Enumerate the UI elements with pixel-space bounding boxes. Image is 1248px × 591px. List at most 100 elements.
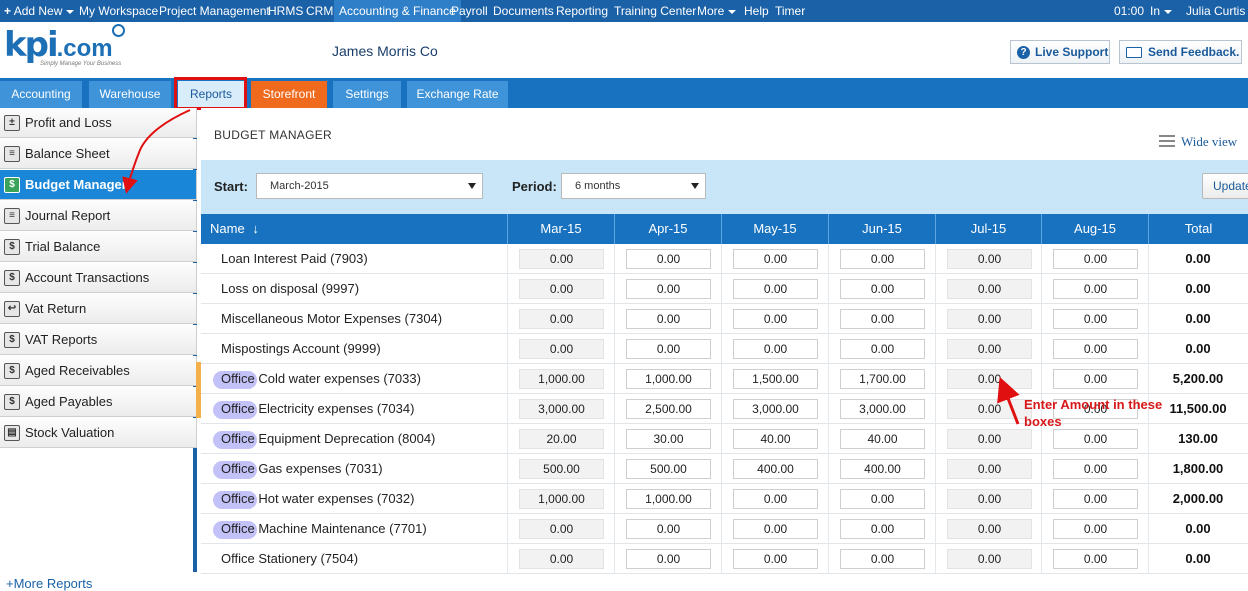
- amount-input[interactable]: 0.00: [519, 339, 604, 359]
- amount-input[interactable]: 0.00: [840, 309, 925, 329]
- more-reports-link[interactable]: +More Reports: [6, 576, 92, 591]
- name-column-header[interactable]: Name ↓: [201, 214, 507, 244]
- amount-input[interactable]: 0.00: [519, 519, 604, 539]
- amount-input[interactable]: 0.00: [733, 489, 818, 509]
- amount-input[interactable]: 0.00: [519, 249, 604, 269]
- period-select[interactable]: 6 months: [561, 173, 706, 199]
- amount-input[interactable]: 1,000.00: [519, 369, 604, 389]
- amount-input[interactable]: 1,000.00: [626, 369, 711, 389]
- amount-input[interactable]: 0.00: [1053, 309, 1138, 329]
- amount-input[interactable]: 3,000.00: [840, 399, 925, 419]
- amount-input[interactable]: 0.00: [947, 519, 1032, 539]
- sidebar-item-balance-sheet[interactable]: ≡ Balance Sheet: [0, 139, 197, 169]
- amount-input[interactable]: 0.00: [947, 549, 1032, 569]
- amount-input[interactable]: 1,000.00: [626, 489, 711, 509]
- nav-timer[interactable]: Timer: [775, 0, 805, 22]
- nav-documents[interactable]: Documents: [493, 0, 554, 22]
- amount-input[interactable]: 30.00: [626, 429, 711, 449]
- amount-input[interactable]: 0.00: [1053, 519, 1138, 539]
- amount-input[interactable]: 0.00: [840, 279, 925, 299]
- user-name[interactable]: Julia Curtis: [1186, 0, 1245, 22]
- amount-input[interactable]: 0.00: [947, 369, 1032, 389]
- amount-input[interactable]: 40.00: [840, 429, 925, 449]
- amount-input[interactable]: 0.00: [947, 399, 1032, 419]
- amount-input[interactable]: 0.00: [626, 549, 711, 569]
- nav-accounting-finance[interactable]: Accounting & Finance: [334, 0, 461, 22]
- nav-payroll[interactable]: Payroll: [451, 0, 488, 22]
- amount-input[interactable]: 0.00: [626, 519, 711, 539]
- amount-input[interactable]: 2,500.00: [626, 399, 711, 419]
- amount-input[interactable]: 1,700.00: [840, 369, 925, 389]
- amount-input[interactable]: 0.00: [733, 309, 818, 329]
- amount-input[interactable]: 0.00: [947, 309, 1032, 329]
- sidebar-item-budget-manager[interactable]: $ Budget Manager: [0, 170, 197, 200]
- amount-input[interactable]: 0.00: [947, 249, 1032, 269]
- amount-input[interactable]: 0.00: [519, 279, 604, 299]
- status-toggle[interactable]: In: [1150, 0, 1173, 22]
- sidebar-item-account-transactions[interactable]: $ Account Transactions: [0, 263, 197, 293]
- amount-input[interactable]: 1,000.00: [519, 489, 604, 509]
- nav-more[interactable]: More: [697, 0, 737, 22]
- nav-help[interactable]: Help: [744, 0, 769, 22]
- tab-accounting[interactable]: Accounting: [0, 81, 82, 108]
- amount-input[interactable]: 0.00: [1053, 339, 1138, 359]
- amount-input[interactable]: 0.00: [1053, 249, 1138, 269]
- amount-input[interactable]: 0.00: [1053, 429, 1138, 449]
- amount-input[interactable]: 500.00: [519, 459, 604, 479]
- amount-input[interactable]: 0.00: [1053, 489, 1138, 509]
- amount-input[interactable]: 0.00: [1053, 279, 1138, 299]
- nav-project-management[interactable]: Project Management: [159, 0, 270, 22]
- amount-input[interactable]: 1,500.00: [733, 369, 818, 389]
- sidebar-item-aged-receivables[interactable]: $ Aged Receivables: [0, 356, 197, 386]
- nav-add-new[interactable]: + Add New: [4, 0, 75, 22]
- amount-input[interactable]: 0.00: [947, 279, 1032, 299]
- amount-input[interactable]: 0.00: [733, 279, 818, 299]
- amount-input[interactable]: 0.00: [947, 489, 1032, 509]
- amount-input[interactable]: 0.00: [1053, 549, 1138, 569]
- tab-exchange-rate[interactable]: Exchange Rate: [407, 81, 508, 108]
- amount-input[interactable]: 0.00: [733, 519, 818, 539]
- amount-input[interactable]: 0.00: [947, 339, 1032, 359]
- sort-icon[interactable]: ↓: [252, 221, 259, 236]
- amount-input[interactable]: 0.00: [626, 309, 711, 329]
- amount-input[interactable]: 0.00: [733, 339, 818, 359]
- wide-view-link[interactable]: Wide view: [1159, 134, 1237, 150]
- start-select[interactable]: March-2015: [256, 173, 483, 199]
- amount-input[interactable]: 0.00: [840, 549, 925, 569]
- nav-training-center[interactable]: Training Center: [614, 0, 696, 22]
- amount-input[interactable]: 0.00: [733, 249, 818, 269]
- amount-input[interactable]: 0.00: [519, 549, 604, 569]
- amount-input[interactable]: 3,000.00: [519, 399, 604, 419]
- sidebar-item-vat-return[interactable]: ↩ Vat Return: [0, 294, 197, 324]
- amount-input[interactable]: 0.00: [1053, 459, 1138, 479]
- amount-input[interactable]: 0.00: [840, 339, 925, 359]
- amount-input[interactable]: 500.00: [626, 459, 711, 479]
- amount-input[interactable]: 400.00: [840, 459, 925, 479]
- amount-input[interactable]: 0.00: [733, 549, 818, 569]
- nav-my-workspace[interactable]: My Workspace: [79, 0, 158, 22]
- tab-warehouse[interactable]: Warehouse: [89, 81, 171, 108]
- amount-input[interactable]: 0.00: [1053, 369, 1138, 389]
- update-button[interactable]: Update: [1202, 173, 1248, 199]
- nav-crm[interactable]: CRM: [306, 0, 333, 22]
- amount-input[interactable]: 20.00: [519, 429, 604, 449]
- tab-storefront[interactable]: Storefront: [251, 81, 327, 108]
- amount-input[interactable]: 0.00: [626, 249, 711, 269]
- sidebar-item-profit-and-loss[interactable]: ± Profit and Loss: [0, 108, 197, 138]
- amount-input[interactable]: 0.00: [840, 489, 925, 509]
- amount-input[interactable]: 0.00: [840, 249, 925, 269]
- nav-reporting[interactable]: Reporting: [556, 0, 608, 22]
- send-feedback-button[interactable]: Send Feedback.: [1119, 40, 1242, 64]
- sidebar-item-aged-payables[interactable]: $ Aged Payables: [0, 387, 197, 417]
- live-support-button[interactable]: ? Live Support: [1010, 40, 1110, 64]
- amount-input[interactable]: 0.00: [840, 519, 925, 539]
- amount-input[interactable]: 3,000.00: [733, 399, 818, 419]
- nav-hrms[interactable]: HRMS: [268, 0, 303, 22]
- sidebar-item-stock-valuation[interactable]: ▤ Stock Valuation: [0, 418, 197, 448]
- amount-input[interactable]: 0.00: [626, 339, 711, 359]
- amount-input[interactable]: 0.00: [947, 459, 1032, 479]
- amount-input[interactable]: 0.00: [947, 429, 1032, 449]
- amount-input[interactable]: 400.00: [733, 459, 818, 479]
- amount-input[interactable]: 40.00: [733, 429, 818, 449]
- sidebar-item-journal-report[interactable]: ≡ Journal Report: [0, 201, 197, 231]
